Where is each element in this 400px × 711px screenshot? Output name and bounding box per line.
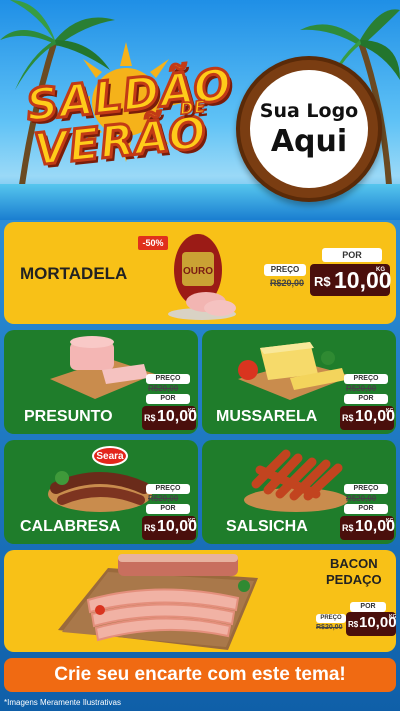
currency: R$ (314, 274, 331, 289)
product-name: PRESUNTO (24, 408, 113, 425)
preco-label: PREÇO (344, 484, 388, 494)
salsicha-image (244, 449, 348, 512)
por-label: POR (146, 394, 190, 404)
unit: KG (386, 408, 394, 414)
mussarela-image (238, 342, 352, 400)
bacon-image (58, 554, 258, 650)
unit: KG (386, 518, 394, 524)
product-name: SALSICHA (226, 518, 308, 535)
product-name: MORTADELA (20, 264, 128, 283)
title-de: DE (178, 96, 208, 119)
price-tag: POR PREÇO R$20,00 R$ 10,00 KG (314, 600, 396, 650)
calabresa-image (48, 471, 152, 512)
product-card-mussarela[interactable]: MUSSARELA PREÇO R$20,00 POR R$ 10,00 KG (202, 330, 396, 434)
disclaimer: *Imagens Meramente Ilustrativas (4, 698, 121, 707)
price-tag: PREÇO R$20,00 POR R$ 10,00 KG (142, 370, 198, 432)
price-tag: PREÇO R$20,00 POR R$ 10,00 KG (340, 370, 396, 432)
product-card-presunto[interactable]: PRESUNTO PREÇO R$20,00 POR R$ 10,00 KG (4, 330, 198, 434)
product-card-bacon[interactable]: BACON PEDAÇO POR PREÇO R$20,00 R$ 10,00 … (4, 550, 396, 652)
currency: R$ (144, 413, 156, 423)
por-label: POR (344, 504, 388, 514)
preco-label: PREÇO (344, 374, 388, 384)
currency: R$ (342, 413, 354, 423)
svg-text:OURO: OURO (183, 266, 213, 277)
old-price: R$20,00 (316, 624, 343, 631)
product-name: MUSSARELA (216, 408, 318, 425)
new-price-box: R$ 10,00 KG (340, 516, 395, 540)
price-tag: PREÇO R$20,00 POR R$ 10,00 KG (142, 480, 198, 542)
preco-label: PREÇO (316, 614, 346, 623)
currency: R$ (348, 620, 359, 629)
unit: KG (376, 267, 385, 273)
product-name: CALABRESA (20, 518, 121, 535)
old-price: R$20,00 (148, 384, 179, 393)
logo-placeholder[interactable]: Sua Logo Aqui (236, 56, 382, 202)
currency: R$ (342, 523, 354, 533)
price-tag: PREÇO R$20,00 POR R$ 10,00 KG (340, 480, 396, 542)
unit: KG (389, 614, 396, 620)
old-price: R$20,00 (148, 494, 179, 503)
new-price-box: R$ 10,00 KG (346, 612, 396, 636)
old-price: R$20,00 (269, 278, 305, 288)
por-label: POR (146, 504, 190, 514)
logo-line2: Aqui (270, 123, 348, 159)
currency: R$ (144, 523, 156, 533)
price-tag: POR PREÇO R$20,00 R$ 10,00 KG (264, 248, 392, 320)
old-price: R$20,00 (346, 384, 377, 393)
discount-badge: -50% (138, 236, 168, 250)
seara-brand-logo: Seara (92, 446, 128, 466)
create-flyer-button[interactable]: Crie seu encarte com este tema! (4, 658, 396, 692)
mortadela-image: OURO (168, 234, 236, 320)
por-label: POR (350, 602, 386, 612)
new-price-box: R$ 10,00 KG (310, 264, 392, 296)
por-label: POR (322, 248, 382, 262)
preco-label: PREÇO (264, 264, 306, 276)
logo-inner-circle: Sua Logo Aqui (250, 70, 368, 188)
product-name-line2: PEDAÇO (326, 572, 382, 587)
new-price-box: R$ 10,00 KG (340, 406, 395, 430)
old-price: R$20,00 (346, 494, 377, 503)
product-card-mortadela[interactable]: MORTADELA OURO POR PREÇO R$20,00 R$ 10,0… (4, 222, 396, 324)
unit: KG (188, 408, 196, 414)
new-price-box: R$ 10,00 KG (142, 406, 197, 430)
unit: KG (188, 518, 196, 524)
header-banner: SALDÃO VERÃO DE Sua Logo Aqui (0, 0, 400, 220)
por-label: POR (344, 394, 388, 404)
preco-label: PREÇO (146, 484, 190, 494)
product-name-line1: BACON (330, 556, 378, 571)
product-card-salsicha[interactable]: SALSICHA PREÇO R$20,00 POR R$ 10,00 KG (202, 440, 396, 544)
new-price-box: R$ 10,00 KG (142, 516, 197, 540)
logo-line1: Sua Logo (259, 99, 359, 122)
preco-label: PREÇO (146, 374, 190, 384)
